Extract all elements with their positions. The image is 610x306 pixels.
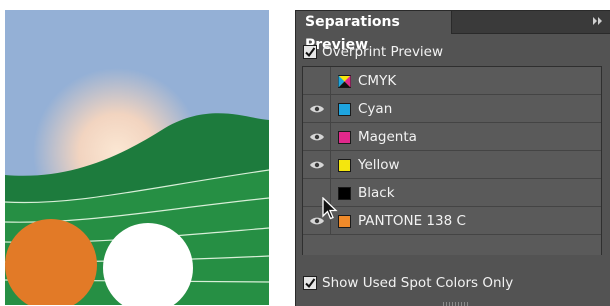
- separation-name: Black: [358, 185, 395, 201]
- separation-row-yellow[interactable]: Yellow: [303, 151, 601, 179]
- separation-name: CMYK: [358, 73, 397, 89]
- show-spot-colors-label: Show Used Spot Colors Only: [322, 275, 514, 291]
- separation-name: Magenta: [358, 129, 417, 145]
- separation-row-cyan[interactable]: Cyan: [303, 95, 601, 123]
- cyan-swatch: [338, 103, 351, 116]
- separation-row-black[interactable]: Black: [303, 179, 601, 207]
- mouse-cursor-icon: [322, 197, 338, 220]
- eye-icon: [309, 133, 324, 140]
- overprint-preview-checkbox[interactable]: [303, 45, 317, 59]
- pantone-swatch: [338, 215, 351, 228]
- show-spot-colors-row[interactable]: Show Used Spot Colors Only: [303, 273, 513, 293]
- visibility-toggle[interactable]: [303, 95, 331, 122]
- cmyk-swatch-icon: [338, 75, 351, 88]
- overprint-preview-row[interactable]: Overprint Preview: [303, 42, 443, 62]
- panel-menu-icon[interactable]: [592, 11, 604, 34]
- checkmark-icon: [305, 278, 316, 289]
- separation-row-empty: [303, 235, 601, 255]
- resize-grip[interactable]: [443, 302, 469, 306]
- landscape-illustration: [5, 10, 269, 305]
- visibility-toggle[interactable]: [303, 151, 331, 178]
- panel-tab-bar: Separations Preview: [296, 11, 610, 53]
- yellow-swatch: [338, 159, 351, 172]
- separations-list: CMYK Cyan Magenta Yellow Black PANTONE 1…: [302, 66, 602, 255]
- magenta-swatch: [338, 131, 351, 144]
- separation-name: PANTONE 138 C: [358, 213, 466, 229]
- show-spot-colors-checkbox[interactable]: [303, 276, 317, 290]
- separation-row-pantone-138c[interactable]: PANTONE 138 C: [303, 207, 601, 235]
- overprint-preview-label: Overprint Preview: [322, 44, 444, 60]
- checkmark-icon: [305, 47, 316, 58]
- eye-icon: [309, 105, 324, 112]
- artwork-preview: [5, 10, 269, 305]
- separation-name: Yellow: [358, 157, 400, 173]
- separation-row-cmyk[interactable]: CMYK: [303, 67, 601, 95]
- separation-name: Cyan: [358, 101, 393, 117]
- panel-tab[interactable]: Separations Preview: [296, 11, 452, 53]
- separation-row-magenta[interactable]: Magenta: [303, 123, 601, 151]
- visibility-toggle[interactable]: [303, 67, 331, 94]
- separations-preview-panel: Separations Preview Overprint Preview CM…: [295, 10, 610, 306]
- eye-icon: [309, 161, 324, 168]
- visibility-toggle[interactable]: [303, 123, 331, 150]
- black-swatch: [338, 187, 351, 200]
